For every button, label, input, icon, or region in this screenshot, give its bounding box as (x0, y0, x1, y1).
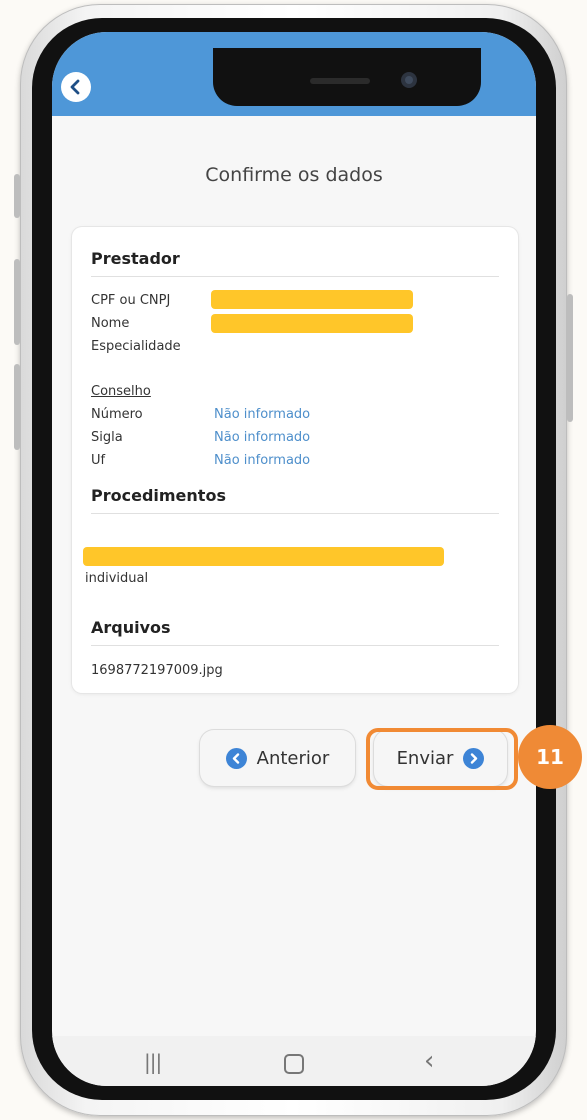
arquivos-heading: Arquivos (91, 618, 499, 646)
sigla-label: Sigla (91, 430, 123, 445)
summary-card: Prestador CPF ou CNPJ Nome Especialidade… (72, 227, 518, 693)
prestador-heading: Prestador (91, 249, 499, 277)
recent-apps-icon[interactable]: ||| (144, 1050, 162, 1074)
procedimentos-heading: Procedimentos (91, 486, 499, 514)
volume-up-button (14, 259, 20, 345)
phone-side-button (14, 174, 20, 218)
page-title: Confirme os dados (205, 164, 383, 186)
numero-value: Não informado (214, 407, 311, 422)
speaker-grille (310, 78, 370, 84)
conselho-label: Conselho (91, 384, 151, 399)
uf-value: Não informado (214, 453, 311, 468)
redacted-cpf-cnpj (211, 290, 413, 309)
anterior-label: Anterior (256, 747, 330, 769)
home-icon[interactable] (284, 1054, 304, 1074)
power-button (567, 294, 573, 422)
step-number-badge: 11 (518, 725, 582, 789)
redacted-procedimento (83, 547, 444, 566)
enviar-highlight-frame (366, 728, 518, 790)
procedimento-tipo: individual (85, 571, 149, 586)
back-icon[interactable]: ‹ (424, 1046, 434, 1076)
camera-notch (213, 48, 481, 106)
front-camera (401, 72, 417, 88)
especialidade-label: Especialidade (91, 339, 181, 354)
cpf-cnpj-label: CPF ou CNPJ (91, 293, 171, 308)
chevron-circle-left-icon (225, 747, 247, 769)
sigla-value: Não informado (214, 430, 311, 445)
attached-file[interactable]: 1698772197009.jpg (91, 663, 223, 678)
volume-down-button (14, 364, 20, 450)
phone-screen: Reembolsos Confirme os dados Prestador C… (52, 32, 536, 1086)
uf-label: Uf (91, 453, 106, 468)
numero-label: Número (91, 407, 143, 422)
nome-label: Nome (91, 316, 130, 331)
android-nav-bar: ||| ‹ (52, 1036, 536, 1086)
redacted-nome (211, 314, 413, 333)
anterior-button[interactable]: Anterior (200, 730, 355, 786)
